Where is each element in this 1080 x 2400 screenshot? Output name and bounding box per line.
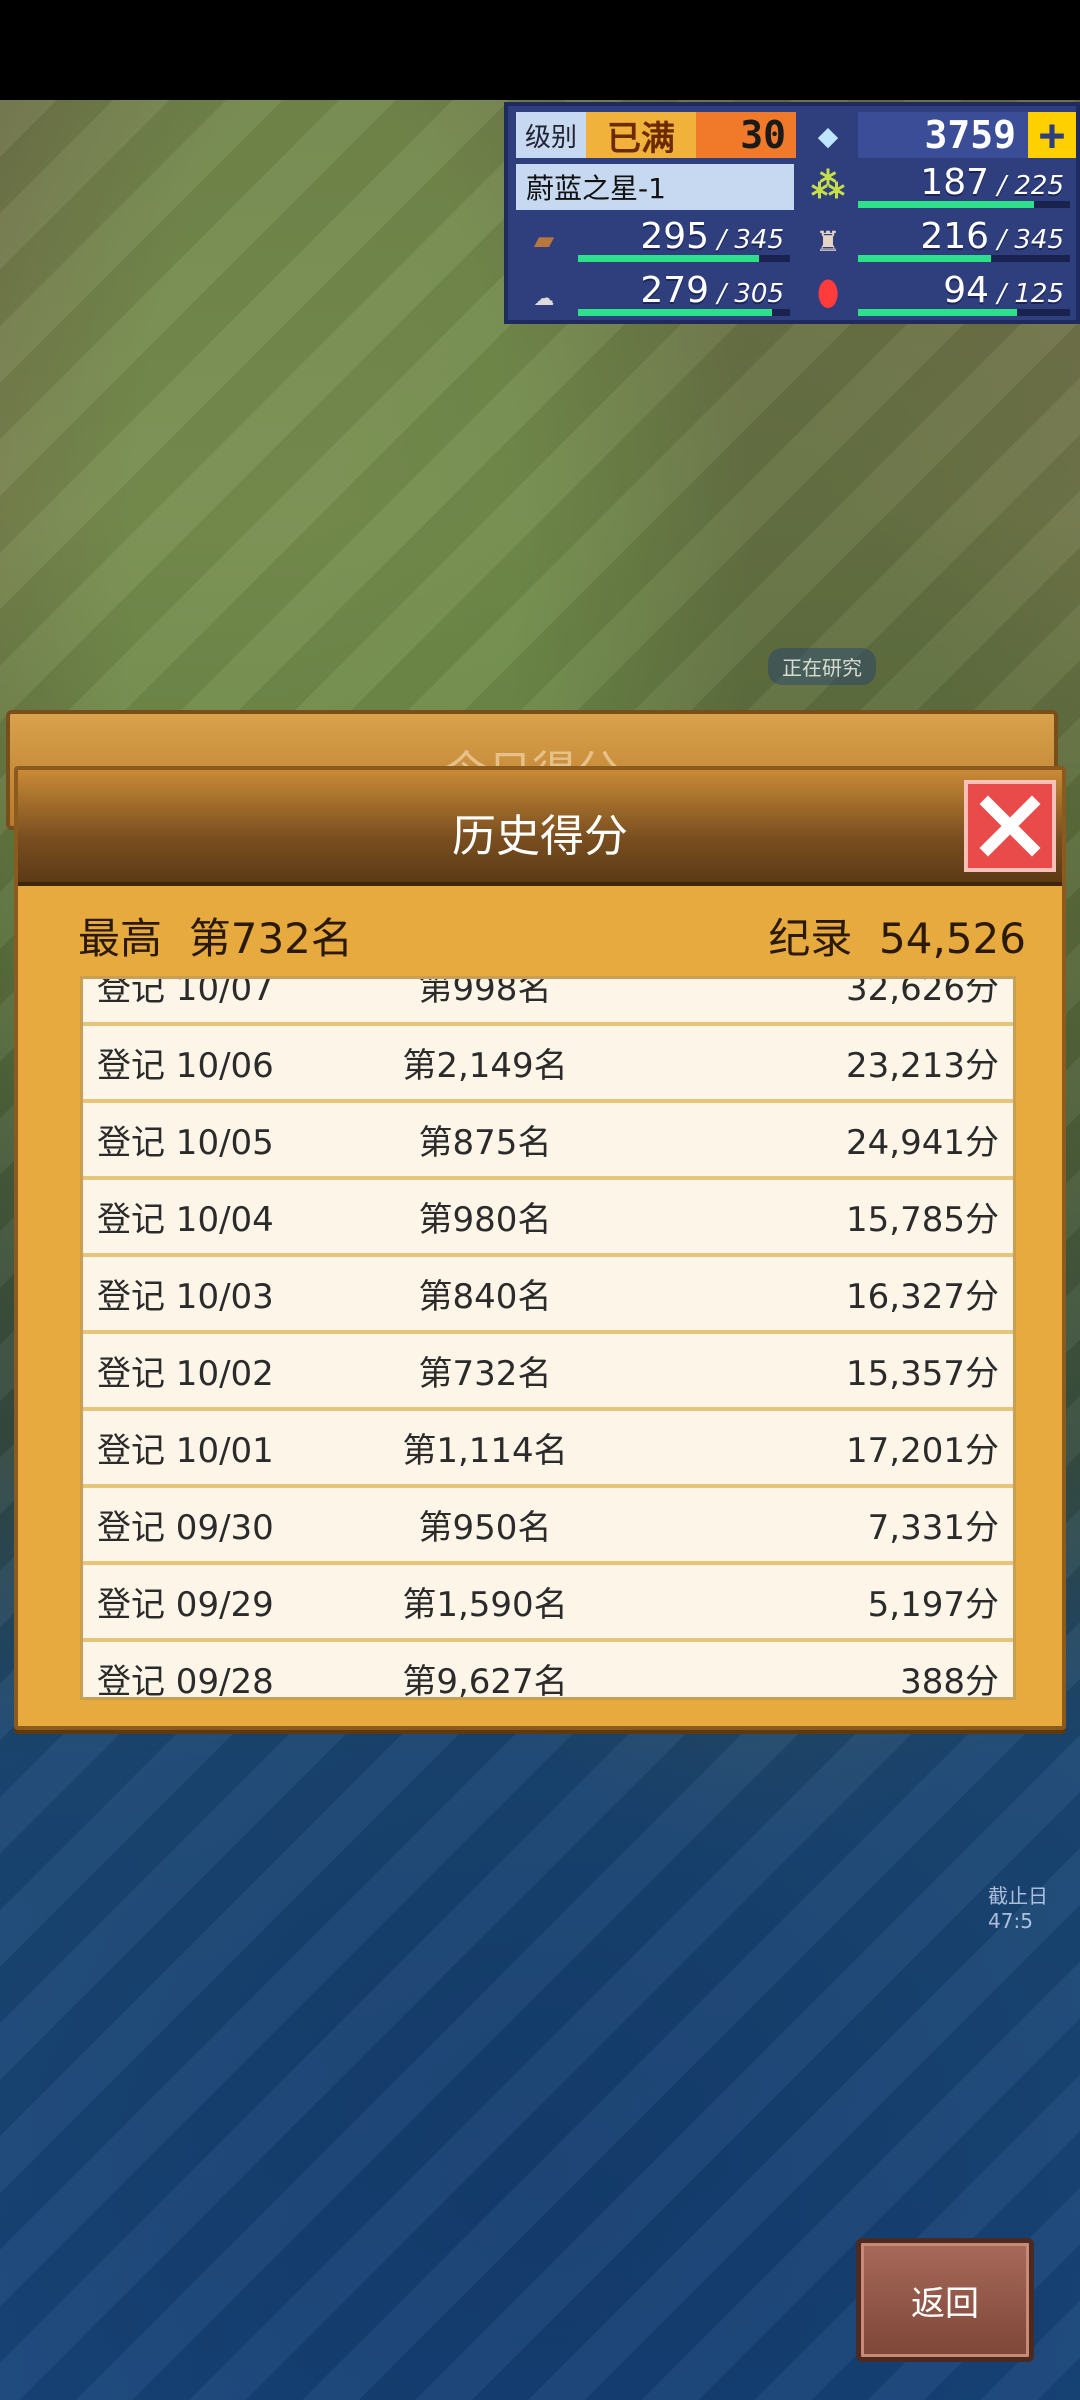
wood-max: 345: [734, 225, 784, 255]
table-row: 登记 10/02 第732名 15,357分: [83, 1334, 1013, 1411]
row-date: 登记 10/03: [97, 1277, 274, 1317]
player-name: 蔚蓝之星-1: [516, 164, 794, 210]
table-row: 登记 10/05 第875名 24,941分: [83, 1103, 1013, 1180]
row-date: 登记 10/05: [97, 1123, 274, 1163]
row-date: 登记 09/29: [97, 1585, 274, 1625]
level-label: 级别: [516, 112, 586, 158]
dialog-header: 历史得分: [18, 770, 1062, 886]
table-row: 登记 09/28 第9,627名 388分: [83, 1642, 1013, 1700]
row-rank: 第998名: [418, 976, 552, 1009]
food-max: 345: [1014, 225, 1064, 255]
grass-icon: ⁂: [811, 166, 845, 206]
resource-stone: 279 / 305: [578, 270, 790, 318]
gem-icon: ◆: [817, 116, 839, 156]
table-row: 登记 10/01 第1,114名 17,201分: [83, 1411, 1013, 1488]
ruby-value: 94: [943, 270, 990, 311]
research-label[interactable]: 正在研究: [768, 648, 876, 685]
record-score: 纪录 54,526: [768, 905, 1026, 966]
level-max-badge: 已满: [586, 112, 696, 159]
table-row: 登记 10/07 第998名 32,626分: [83, 976, 1013, 1026]
row-date: 登记 10/07: [97, 976, 274, 1009]
wood-bar: [578, 255, 760, 262]
record-label: 纪录: [768, 913, 853, 963]
row-rank: 第1,114名: [402, 1431, 568, 1471]
deadline-label: 截止日 47:5: [988, 1884, 1048, 1933]
table-row: 登记 09/30 第950名 7,331分: [83, 1488, 1013, 1565]
row-date: 登记 09/30: [97, 1508, 274, 1548]
row-score: 5,197分: [867, 1585, 999, 1625]
wood-value: 295: [640, 216, 710, 257]
grass-max: 225: [1014, 171, 1064, 201]
row-score: 388分: [900, 1662, 999, 1700]
row-rank: 第9,627名: [402, 1662, 568, 1700]
row-score: 16,327分: [846, 1277, 999, 1317]
row-score: 32,626分: [846, 976, 999, 1009]
table-row: 登记 10/03 第840名 16,327分: [83, 1257, 1013, 1334]
grass-bar: [858, 201, 1034, 208]
wood-icon: ▰: [533, 220, 555, 260]
row-rank: 第2,149名: [402, 1046, 568, 1086]
gem-count: 3759: [858, 112, 1028, 158]
row-rank: 第840名: [418, 1277, 552, 1317]
row-rank: 第875名: [418, 1123, 552, 1163]
resource-grass: 187 / 225: [858, 162, 1070, 210]
row-date: 登记 09/28: [97, 1662, 274, 1700]
ruby-icon: ⬮: [817, 274, 839, 314]
row-score: 17,201分: [846, 1431, 999, 1471]
close-button[interactable]: [964, 780, 1056, 872]
history-list-scroll: 登记 10/07 第998名 32,626分 登记 10/06 第2,149名 23,2…: [83, 976, 1013, 1700]
status-bar: [0, 0, 1080, 100]
back-button[interactable]: 返回: [856, 2238, 1034, 2362]
close-icon: [979, 795, 1041, 857]
grass-value: 187: [920, 162, 990, 203]
stone-icon: ☁: [533, 274, 555, 314]
plus-icon[interactable]: +: [1028, 110, 1076, 161]
row-score: 15,785分: [846, 1200, 999, 1240]
row-date: 登记 10/04: [97, 1200, 274, 1240]
record-value: 54,526: [879, 913, 1026, 963]
resource-wood: 295 / 345: [578, 216, 790, 264]
row-date: 登记 10/06: [97, 1046, 274, 1086]
row-score: 15,357分: [846, 1354, 999, 1394]
food-bar: [858, 255, 991, 262]
row-date: 登记 10/01: [97, 1431, 274, 1471]
best-label: 最高: [78, 913, 163, 963]
row-rank: 第1,590名: [402, 1585, 568, 1625]
best-rank-value: 第732名: [188, 913, 353, 963]
resource-ruby: 94 / 125: [858, 270, 1070, 318]
table-row: 登记 10/06 第2,149名 23,213分: [83, 1026, 1013, 1103]
resource-food: 216 / 345: [858, 216, 1070, 264]
row-date: 登记 10/02: [97, 1354, 274, 1394]
table-row: 登记 09/29 第1,590名 5,197分: [83, 1565, 1013, 1642]
stone-max: 305: [734, 279, 784, 309]
row-score: 24,941分: [846, 1123, 999, 1163]
row-rank: 第950名: [418, 1508, 552, 1548]
level-value: 30: [696, 112, 796, 158]
row-score: 23,213分: [846, 1046, 999, 1086]
history-list[interactable]: 登记 10/07 第998名 32,626分 登记 10/06 第2,149名 23,2…: [80, 976, 1016, 1700]
row-score: 7,331分: [867, 1508, 999, 1548]
table-row: 登记 10/04 第980名 15,785分: [83, 1180, 1013, 1257]
stone-value: 279: [640, 270, 710, 311]
resource-hud: 级别 已满 30 ◆ 3759 + 蔚蓝之星-1 ⁂ 187 / 225 ▰ 2…: [504, 102, 1080, 324]
ruby-bar: [858, 309, 1018, 316]
row-rank: 第732名: [418, 1354, 552, 1394]
score-summary: 最高 第732名 纪录 54,526: [78, 900, 1026, 970]
best-rank: 最高 第732名: [78, 905, 353, 966]
history-score-dialog: 历史得分 最高 第732名 纪录 54,526 登记 10/07 第998名 32,…: [14, 766, 1066, 1730]
food-icon: ♜: [817, 220, 839, 260]
stone-bar: [578, 309, 772, 316]
row-rank: 第980名: [418, 1200, 552, 1240]
dialog-title: 历史得分: [452, 811, 628, 862]
ruby-max: 125: [1014, 279, 1064, 309]
food-value: 216: [920, 216, 990, 257]
